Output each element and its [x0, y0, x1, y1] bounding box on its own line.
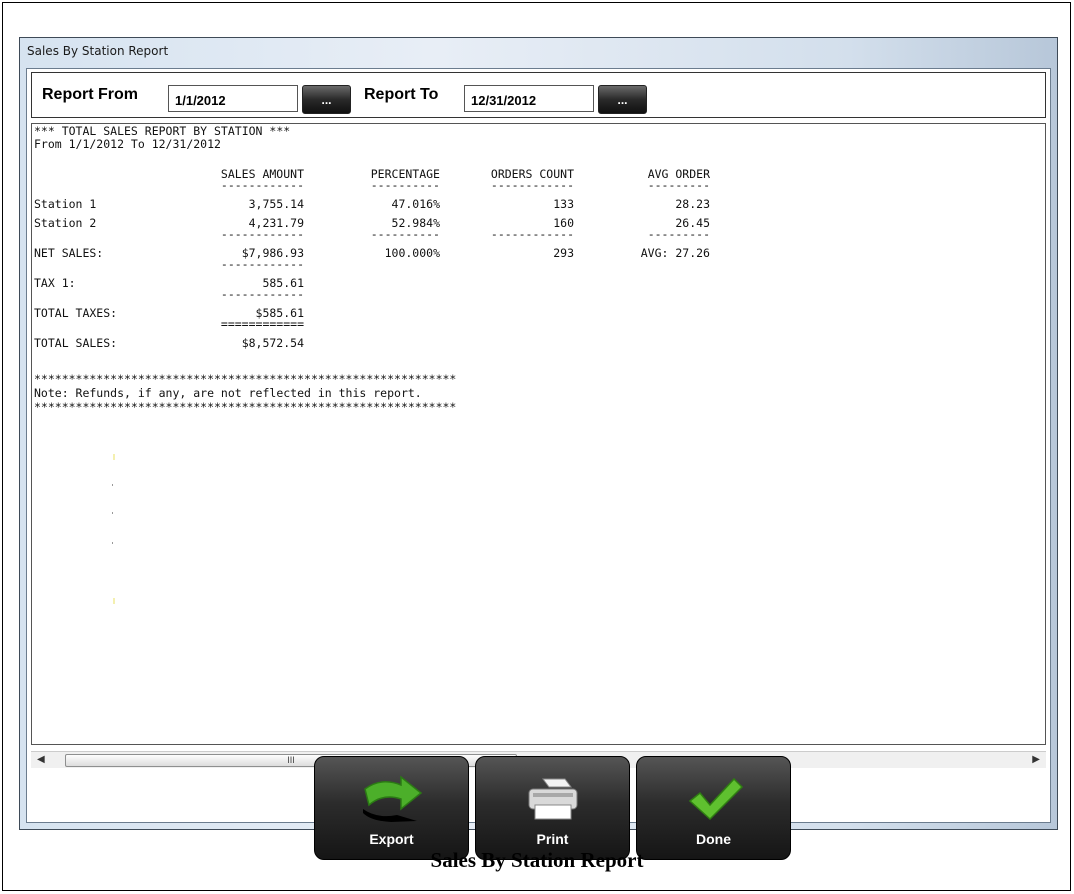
double-rule: ============ [220, 317, 304, 331]
faint-mark [112, 484, 113, 486]
dash-rule: ------------ [220, 257, 304, 271]
row-station-1-orders: 133 [553, 197, 574, 211]
net-sales-label: NET SALES: [34, 246, 104, 260]
stars-rule: ****************************************… [34, 372, 457, 386]
dash-rule: ------------ [220, 227, 304, 241]
dash-rule: --------- [647, 178, 710, 192]
faint-mark [112, 542, 113, 544]
export-arrow-icon [362, 775, 422, 822]
report-range: From 1/1/2012 To 12/31/2012 [34, 137, 221, 151]
total-sales-label: TOTAL SALES: [34, 336, 118, 350]
scrollbar-grip-icon: III [287, 755, 295, 765]
row-station-1-pct: 47.016% [391, 197, 440, 211]
faint-mark [112, 512, 113, 514]
report-note: Note: Refunds, if any, are not reflected… [34, 386, 422, 400]
done-button[interactable]: Done [636, 756, 791, 860]
dash-rule: ---------- [370, 178, 440, 192]
dash-rule: ------------ [220, 287, 304, 301]
dash-rule: ------------ [490, 178, 574, 192]
export-label: Export [369, 831, 414, 847]
report-from-picker-button[interactable]: ... [302, 85, 351, 114]
report-to-picker-button[interactable]: ... [598, 85, 647, 114]
dash-rule: ------------ [490, 227, 574, 241]
printer-icon [528, 778, 577, 820]
report-window: Sales By Station Report Report From 1/1/… [19, 37, 1058, 860]
checkmark-icon [688, 777, 743, 821]
total-sales-value: $8,572.54 [241, 336, 304, 350]
print-button[interactable]: Print [475, 756, 630, 860]
report-from-label: Report From [42, 86, 138, 103]
export-button[interactable]: Export [314, 756, 469, 860]
net-sales-orders: 293 [553, 246, 574, 260]
figure-caption: Sales By Station Report [430, 848, 644, 872]
dash-rule: ------------ [220, 178, 304, 192]
dash-rule: --------- [647, 227, 710, 241]
faint-mark [113, 598, 115, 604]
scroll-left-icon[interactable]: ◀ [37, 754, 45, 765]
stars-rule: ****************************************… [34, 400, 457, 414]
print-label: Print [536, 831, 569, 847]
row-station-2-name: Station 2 [34, 216, 97, 230]
title-bar: Sales By Station Report [20, 38, 1057, 68]
report-to-field[interactable]: 12/31/2012 [464, 85, 594, 112]
dash-rule: ---------- [370, 227, 440, 241]
row-station-1-sales: 3,755.14 [248, 197, 304, 211]
report-to-label: Report To [364, 86, 439, 103]
row-station-1-name: Station 1 [34, 197, 97, 211]
window-title: Sales By Station Report [27, 44, 169, 58]
report-from-field[interactable]: 1/1/2012 [168, 85, 298, 112]
row-station-1-avg: 28.23 [675, 197, 710, 211]
report-text-area[interactable]: *** TOTAL SALES REPORT BY STATION *** Fr… [31, 123, 1046, 745]
report-header: *** TOTAL SALES REPORT BY STATION *** [34, 124, 291, 138]
window-client: Report From 1/1/2012 ... Report To 12/31… [26, 68, 1051, 860]
action-button-bar: Export Print Done [27, 756, 1050, 860]
done-label: Done [696, 831, 731, 847]
tax1-label: TAX 1: [34, 276, 76, 290]
net-sales-avg: AVG: 27.26 [640, 246, 710, 260]
scroll-right-icon[interactable]: ▶ [1032, 754, 1040, 765]
net-sales-pct: 100.000% [384, 246, 440, 260]
total-taxes-label: TOTAL TAXES: [34, 306, 118, 320]
date-filter-bar: Report From 1/1/2012 ... Report To 12/31… [31, 72, 1046, 118]
faint-mark [113, 454, 115, 460]
